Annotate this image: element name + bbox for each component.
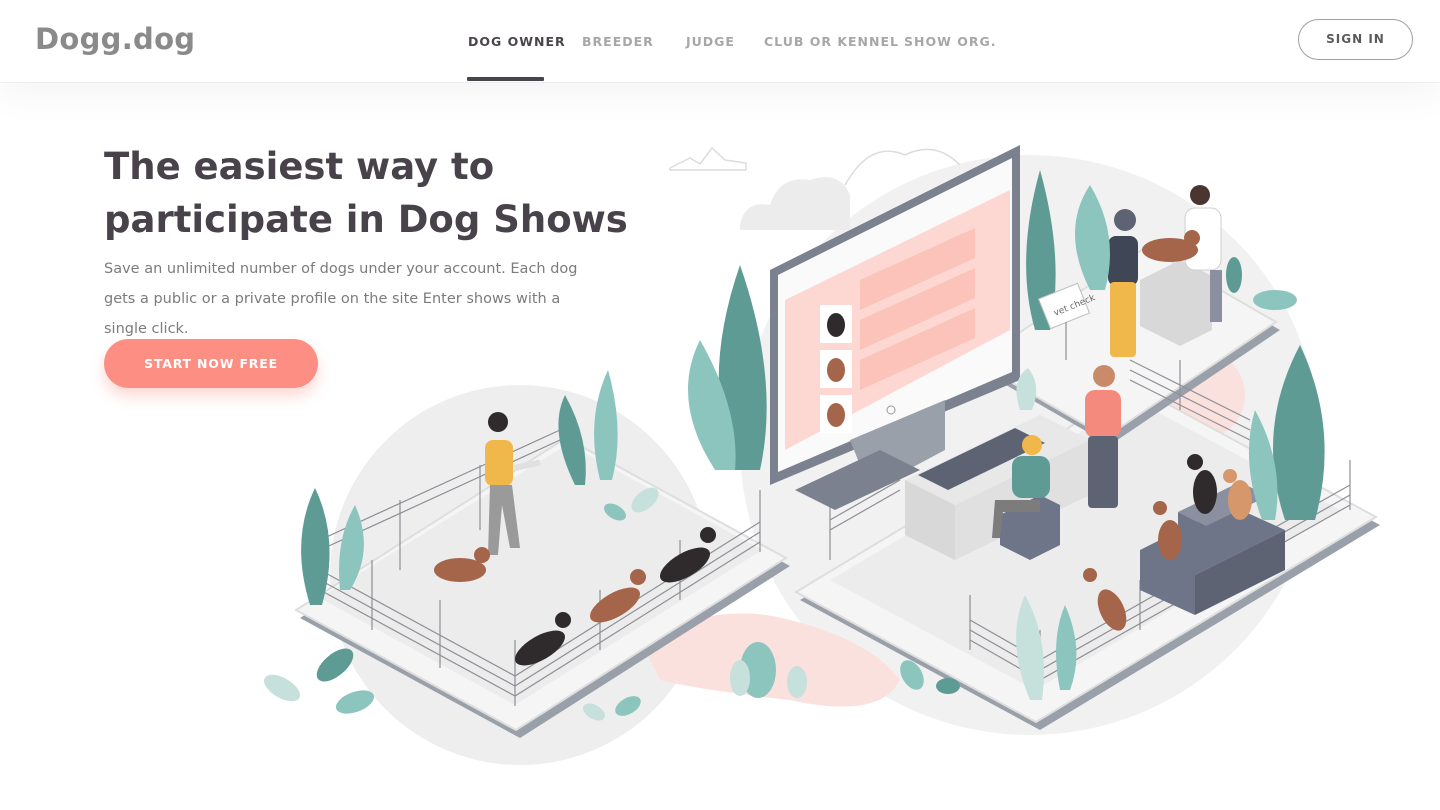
hero-subtitle: Save an unlimited number of dogs under y… <box>104 261 578 337</box>
hero-title: The easiest way to participate in Dog Sh… <box>104 145 628 241</box>
site-header: Dogg.dog DOG OWNER BREEDER JUDGE CLUB OR… <box>0 0 1440 83</box>
dog-show-illustration: vet check <box>263 145 1380 765</box>
nav-judge[interactable]: JUDGE <box>686 34 735 49</box>
nav-breeder[interactable]: BREEDER <box>582 34 654 49</box>
nav-show-org[interactable]: SHOW ORG. <box>904 34 997 49</box>
start-now-free-button[interactable]: START NOW FREE <box>104 339 318 388</box>
nav-dog-owner[interactable]: DOG OWNER <box>468 34 566 49</box>
nav-club-or-kennel[interactable]: CLUB OR KENNEL <box>764 34 899 49</box>
active-nav-underline <box>467 77 544 81</box>
sign-in-button[interactable]: SIGN IN <box>1298 19 1413 60</box>
site-logo[interactable]: Dogg.dog <box>35 22 195 56</box>
